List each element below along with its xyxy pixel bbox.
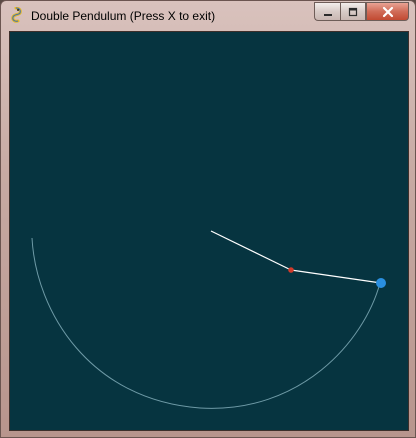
first-rod	[210, 230, 292, 271]
pendulum-trail	[31, 237, 381, 409]
title-bar[interactable]: Double Pendulum (Press X to exit)	[1, 1, 415, 31]
maximize-icon	[348, 7, 358, 16]
close-button[interactable]	[366, 2, 409, 21]
minimize-icon	[323, 13, 332, 16]
close-icon	[382, 6, 393, 17]
second-rod	[290, 269, 382, 284]
maximize-button[interactable]	[340, 2, 366, 21]
window-title: Double Pendulum (Press X to exit)	[31, 9, 216, 23]
minimize-button[interactable]	[314, 2, 340, 21]
second-bob	[376, 278, 386, 288]
first-bob	[288, 267, 294, 273]
pendulum-scene	[31, 230, 386, 409]
simulation-canvas[interactable]	[9, 31, 409, 431]
pygame-snake-icon	[11, 7, 22, 23]
window-controls	[314, 2, 409, 21]
app-window: Double Pendulum (Press X to exit)	[0, 0, 416, 438]
